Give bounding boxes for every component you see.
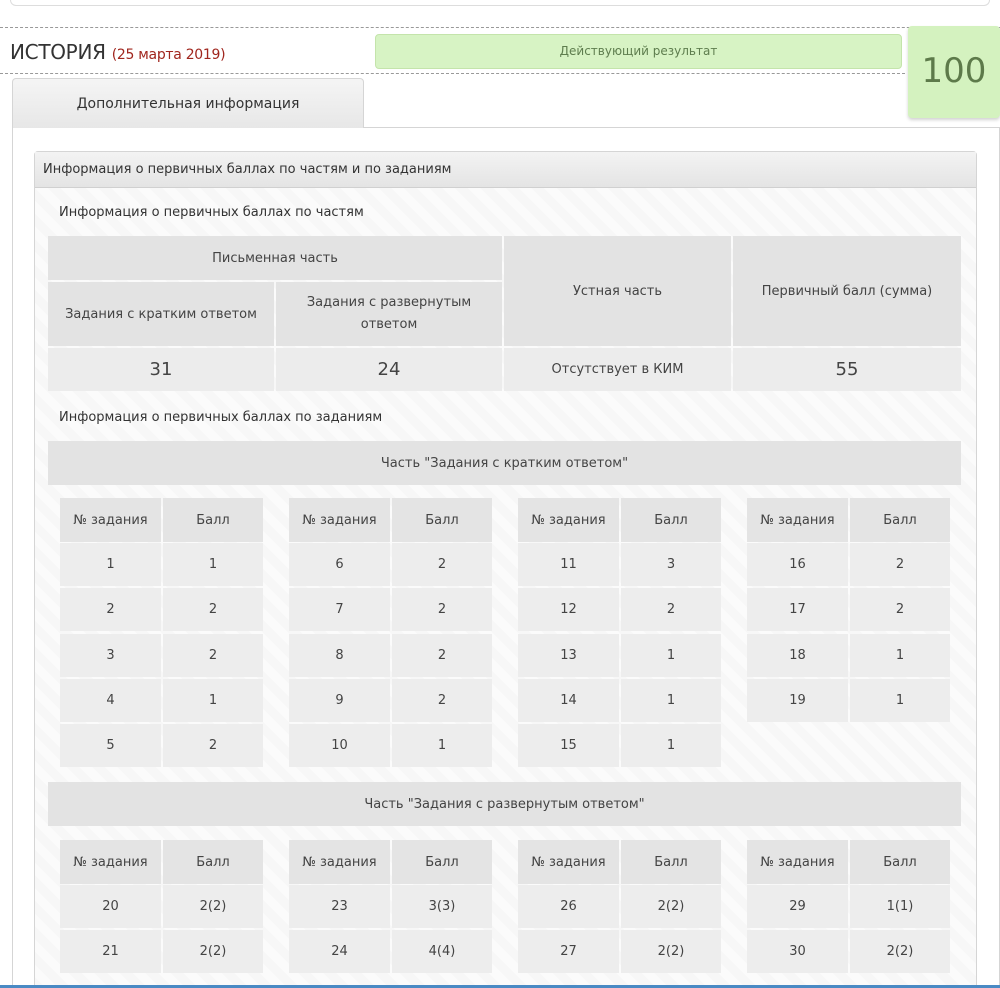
task-number-cell: 11 bbox=[518, 543, 619, 586]
tab-additional-info[interactable]: Дополнительная информация bbox=[12, 78, 364, 128]
task-number-cell: 13 bbox=[518, 634, 619, 677]
task-number-cell: 1 bbox=[60, 543, 161, 586]
extended-answer-header: Задания с развернутым ответом bbox=[276, 282, 502, 346]
task-score-cell: 1 bbox=[621, 634, 721, 677]
task-score-cell: 1 bbox=[621, 679, 721, 722]
task-score-cell: 2(2) bbox=[163, 885, 263, 928]
task-number-cell: 21 bbox=[60, 930, 161, 973]
task-score-cell: 2(2) bbox=[850, 930, 950, 973]
exam-date: (25 марта 2019) bbox=[111, 47, 226, 63]
task-score-cell: 2 bbox=[392, 679, 492, 722]
task-score-cell: 1 bbox=[163, 543, 263, 586]
task-number-cell: 3 bbox=[60, 634, 161, 677]
task-score-header: Балл bbox=[621, 498, 721, 542]
task-score-cell: 1 bbox=[621, 724, 721, 767]
task-score-cell: 2 bbox=[850, 543, 950, 586]
task-number-cell: 16 bbox=[747, 543, 848, 586]
previous-result-card bbox=[10, 0, 990, 6]
task-score-cell: 2 bbox=[621, 588, 721, 631]
task-score-header: Балл bbox=[163, 498, 263, 542]
task-score-cell: 1 bbox=[392, 724, 492, 767]
extended-answer-group-header: Часть "Задания с развернутым ответом" bbox=[48, 782, 961, 826]
task-number-cell: 15 bbox=[518, 724, 619, 767]
task-score-cell: 1 bbox=[850, 679, 950, 722]
task-number-cell: 14 bbox=[518, 679, 619, 722]
task-score-cell: 2 bbox=[163, 588, 263, 631]
task-number-cell: 23 bbox=[289, 885, 390, 928]
short-answer-header: Задания с кратким ответом bbox=[48, 282, 274, 346]
subject-title: ИСТОРИЯ (25 марта 2019) bbox=[10, 40, 226, 64]
task-number-cell: 8 bbox=[289, 634, 390, 677]
task-score-cell: 2 bbox=[392, 588, 492, 631]
task-number-cell: 9 bbox=[289, 679, 390, 722]
task-number-cell: 6 bbox=[289, 543, 390, 586]
task-score-header: Балл bbox=[163, 840, 263, 884]
subject-name: ИСТОРИЯ bbox=[10, 40, 106, 64]
task-number-cell: 18 bbox=[747, 634, 848, 677]
task-number-cell: 10 bbox=[289, 724, 390, 767]
task-number-header: № задания bbox=[60, 840, 161, 884]
task-score-cell: 2 bbox=[392, 543, 492, 586]
total-primary-score: 55 bbox=[733, 348, 961, 391]
task-score-cell: 2(2) bbox=[621, 930, 721, 973]
task-score-cell: 4(4) bbox=[392, 930, 492, 973]
task-score-cell: 1(1) bbox=[850, 885, 950, 928]
task-score-cell: 2(2) bbox=[621, 885, 721, 928]
task-number-header: № задания bbox=[518, 498, 619, 542]
task-score-cell: 2 bbox=[850, 588, 950, 631]
task-score-cell: 2 bbox=[163, 724, 263, 767]
task-score-cell: 3 bbox=[621, 543, 721, 586]
status-badge: Действующий результат bbox=[375, 34, 902, 69]
task-number-header: № задания bbox=[60, 498, 161, 542]
task-score-header: Балл bbox=[392, 498, 492, 542]
extended-answer-score: 24 bbox=[276, 348, 502, 391]
task-score-header: Балл bbox=[392, 840, 492, 884]
task-number-header: № задания bbox=[289, 840, 390, 884]
task-score-cell: 2 bbox=[392, 634, 492, 677]
task-number-cell: 19 bbox=[747, 679, 848, 722]
task-score-header: Балл bbox=[621, 840, 721, 884]
tasks-section-title: Информация о первичных баллах по задания… bbox=[59, 410, 383, 425]
short-answer-score: 31 bbox=[48, 348, 274, 391]
divider bbox=[0, 73, 905, 74]
task-score-cell: 1 bbox=[850, 634, 950, 677]
task-number-cell: 17 bbox=[747, 588, 848, 631]
task-number-cell: 2 bbox=[60, 588, 161, 631]
task-number-header: № задания bbox=[518, 840, 619, 884]
task-number-cell: 26 bbox=[518, 885, 619, 928]
task-number-cell: 30 bbox=[747, 930, 848, 973]
task-score-header: Балл bbox=[850, 840, 950, 884]
short-answer-group-header: Часть "Задания с кратким ответом" bbox=[48, 441, 961, 485]
written-part-header: Письменная часть bbox=[48, 236, 502, 280]
total-score-header: Первичный балл (сумма) bbox=[733, 236, 961, 346]
task-number-cell: 4 bbox=[60, 679, 161, 722]
oral-part-score: Отсутствует в КИМ bbox=[504, 348, 731, 391]
task-number-cell: 7 bbox=[289, 588, 390, 631]
task-number-header: № задания bbox=[747, 840, 848, 884]
task-number-cell: 24 bbox=[289, 930, 390, 973]
task-number-cell: 20 bbox=[60, 885, 161, 928]
task-score-cell: 2(2) bbox=[163, 930, 263, 973]
task-number-cell: 29 bbox=[747, 885, 848, 928]
oral-part-header: Устная часть bbox=[504, 236, 731, 346]
task-score-cell: 2 bbox=[163, 634, 263, 677]
divider bbox=[0, 27, 1000, 28]
task-score-header: Балл bbox=[850, 498, 950, 542]
test-score: 100 bbox=[908, 26, 1000, 118]
task-number-cell: 5 bbox=[60, 724, 161, 767]
task-score-cell: 1 bbox=[163, 679, 263, 722]
task-number-header: № задания bbox=[289, 498, 390, 542]
task-score-cell: 3(3) bbox=[392, 885, 492, 928]
scores-panel-header[interactable]: Информация о первичных баллах по частям … bbox=[35, 152, 976, 188]
task-number-cell: 12 bbox=[518, 588, 619, 631]
task-number-header: № задания bbox=[747, 498, 848, 542]
parts-section-title: Информация о первичных баллах по частям bbox=[59, 205, 364, 220]
task-number-cell: 27 bbox=[518, 930, 619, 973]
